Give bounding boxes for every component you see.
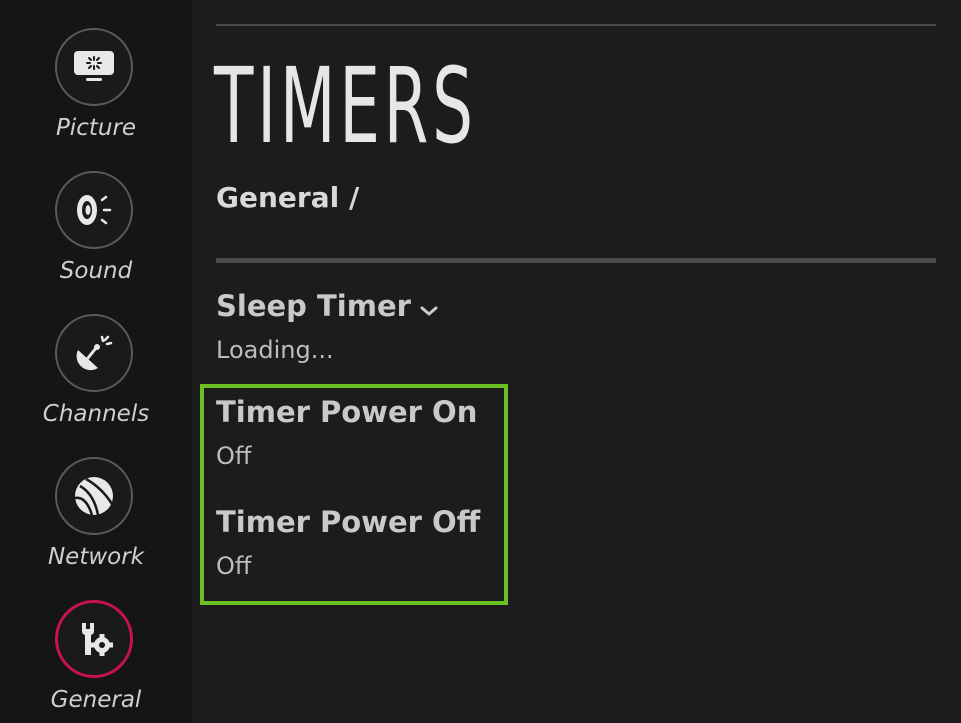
network-icon-circle[interactable] (55, 457, 133, 535)
timer-power-on-value: Off (216, 442, 252, 470)
sleep-timer-value: Loading... (216, 336, 334, 364)
breadcrumb: General / (216, 181, 360, 214)
timer-power-off-title: Timer Power Off (216, 505, 481, 539)
timer-power-on-item[interactable]: Timer Power On Off (216, 394, 477, 472)
sidebar-item-general[interactable]: General (0, 572, 192, 715)
sidebar-item-picture[interactable]: Picture (0, 0, 192, 143)
chevron-down-icon (419, 290, 439, 326)
network-icon (74, 477, 114, 516)
timer-power-off-value: Off (216, 552, 252, 580)
sidebar-item-label: Channels (42, 401, 150, 427)
sidebar-item-label: Picture (55, 115, 137, 141)
channels-icon-circle[interactable] (55, 314, 133, 392)
general-icon-circle[interactable] (55, 600, 133, 678)
tv-settings-screen: Picture Sound Channels Network General T… (0, 0, 961, 723)
timer-power-on-title: Timer Power On (216, 395, 478, 429)
picture-icon (74, 51, 114, 81)
sidebar-item-network[interactable]: Network (0, 429, 192, 572)
sleep-timer-title-row: Sleep Timer (216, 288, 439, 326)
sleep-timer-item[interactable]: Sleep Timer Loading... (216, 288, 439, 366)
picture-icon-circle[interactable] (55, 28, 133, 106)
top-divider (216, 24, 936, 26)
sound-icon-circle[interactable] (55, 171, 133, 249)
sound-icon (77, 195, 112, 225)
sidebar-item-label: General (50, 687, 142, 713)
general-icon (82, 623, 113, 656)
timer-power-off-item[interactable]: Timer Power Off Off (216, 504, 480, 582)
sidebar-item-channels[interactable]: Channels (0, 286, 192, 429)
sidebar-item-sound[interactable]: Sound (0, 143, 192, 286)
sidebar-item-label: Network (47, 544, 145, 570)
sleep-timer-title: Sleep Timer (216, 289, 411, 323)
section-divider (216, 258, 936, 263)
timers-panel: TIMERS General / Sleep Timer Loading... … (192, 0, 961, 723)
sidebar-item-label: Sound (59, 258, 133, 284)
page-title: TIMERS (214, 45, 477, 167)
settings-sidebar: Picture Sound Channels Network General (0, 0, 192, 723)
channels-icon (76, 335, 113, 371)
